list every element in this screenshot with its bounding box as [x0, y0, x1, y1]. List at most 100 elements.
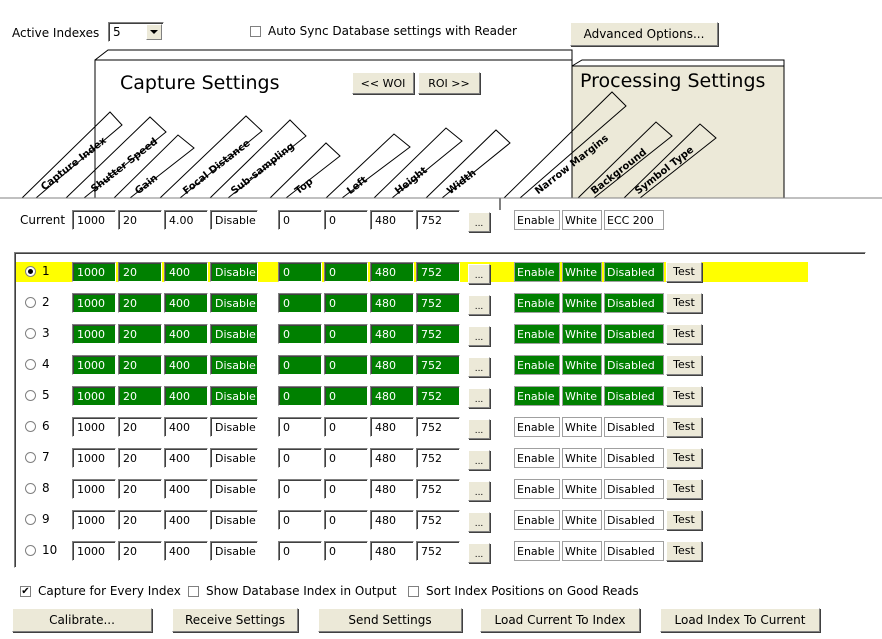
row-gain-field[interactable]: 20 [118, 386, 162, 406]
row-focal-field[interactable]: 400 [164, 479, 208, 499]
row-height-field[interactable]: 480 [370, 479, 414, 499]
row-test-button[interactable]: Test [666, 448, 702, 468]
row-test-button[interactable]: Test [666, 479, 702, 499]
row-height-field[interactable]: 480 [370, 510, 414, 530]
row-left-field[interactable]: 0 [324, 386, 368, 406]
current-height-field[interactable]: 480 [370, 210, 414, 230]
row-ellipsis-button[interactable]: ... [468, 388, 490, 408]
row-width-field[interactable]: 752 [416, 324, 460, 344]
row-ellipsis-button[interactable]: ... [468, 450, 490, 470]
row-symbol-type-field[interactable]: Disabled [604, 324, 664, 344]
row-height-field[interactable]: 480 [370, 448, 414, 468]
row-shutter-field[interactable]: 1000 [72, 355, 116, 375]
row-test-button[interactable]: Test [666, 324, 702, 344]
current-width-field[interactable]: 752 [416, 210, 460, 230]
row-shutter-field[interactable]: 1000 [72, 510, 116, 530]
load-current-to-index-button[interactable]: Load Current To Index [480, 608, 640, 632]
row-ellipsis-button[interactable]: ... [468, 357, 490, 377]
row-background-field[interactable]: White [562, 293, 602, 313]
row-top-field[interactable]: 0 [278, 479, 322, 499]
row-ellipsis-button[interactable]: ... [468, 543, 490, 563]
row-ellipsis-button[interactable]: ... [468, 264, 490, 284]
row-shutter-field[interactable]: 1000 [72, 293, 116, 313]
row-test-button[interactable]: Test [666, 386, 702, 406]
row-left-field[interactable]: 0 [324, 293, 368, 313]
row-shutter-field[interactable]: 1000 [72, 417, 116, 437]
row-focal-field[interactable]: 400 [164, 417, 208, 437]
load-index-to-current-button[interactable]: Load Index To Current [660, 608, 820, 632]
row-left-field[interactable]: 0 [324, 262, 368, 282]
row-width-field[interactable]: 752 [416, 479, 460, 499]
row-background-field[interactable]: White [562, 386, 602, 406]
row-left-field[interactable]: 0 [324, 355, 368, 375]
row-gain-field[interactable]: 20 [118, 541, 162, 561]
row-test-button[interactable]: Test [666, 541, 702, 561]
receive-settings-button[interactable]: Receive Settings [172, 608, 298, 632]
row-subsampling-field[interactable]: Disable [210, 293, 258, 313]
row-gain-field[interactable]: 20 [118, 293, 162, 313]
row-gain-field[interactable]: 20 [118, 262, 162, 282]
row-radio[interactable] [25, 421, 36, 432]
row-focal-field[interactable]: 400 [164, 448, 208, 468]
row-background-field[interactable]: White [562, 448, 602, 468]
row-subsampling-field[interactable]: Disable [210, 262, 258, 282]
row-radio[interactable] [25, 545, 36, 556]
row-test-button[interactable]: Test [666, 417, 702, 437]
row-background-field[interactable]: White [562, 510, 602, 530]
row-ellipsis-button[interactable]: ... [468, 326, 490, 346]
row-background-field[interactable]: White [562, 262, 602, 282]
row-narrow-margins-field[interactable]: Enable [514, 510, 560, 530]
row-test-button[interactable]: Test [666, 510, 702, 530]
current-top-field[interactable]: 0 [278, 210, 322, 230]
calibrate-button[interactable]: Calibrate... [12, 608, 152, 632]
current-subsampling-field[interactable]: Disable [210, 210, 258, 230]
row-width-field[interactable]: 752 [416, 448, 460, 468]
row-narrow-margins-field[interactable]: Enable [514, 324, 560, 344]
row-subsampling-field[interactable]: Disable [210, 417, 258, 437]
row-gain-field[interactable]: 20 [118, 448, 162, 468]
woi-button[interactable]: << WOI [352, 72, 414, 94]
row-left-field[interactable]: 0 [324, 448, 368, 468]
current-background-field[interactable]: White [562, 210, 602, 230]
row-top-field[interactable]: 0 [278, 386, 322, 406]
send-settings-button[interactable]: Send Settings [318, 608, 462, 632]
row-subsampling-field[interactable]: Disable [210, 541, 258, 561]
row-subsampling-field[interactable]: Disable [210, 510, 258, 530]
row-height-field[interactable]: 480 [370, 324, 414, 344]
row-height-field[interactable]: 480 [370, 293, 414, 313]
row-symbol-type-field[interactable]: Disabled [604, 417, 664, 437]
row-symbol-type-field[interactable]: Disabled [604, 510, 664, 530]
row-narrow-margins-field[interactable]: Enable [514, 386, 560, 406]
row-radio[interactable] [25, 390, 36, 401]
row-test-button[interactable]: Test [666, 262, 702, 282]
row-radio[interactable] [25, 514, 36, 525]
row-focal-field[interactable]: 400 [164, 541, 208, 561]
row-ellipsis-button[interactable]: ... [468, 481, 490, 501]
row-shutter-field[interactable]: 1000 [72, 386, 116, 406]
row-left-field[interactable]: 0 [324, 417, 368, 437]
row-subsampling-field[interactable]: Disable [210, 479, 258, 499]
row-gain-field[interactable]: 20 [118, 417, 162, 437]
row-test-button[interactable]: Test [666, 293, 702, 313]
row-top-field[interactable]: 0 [278, 262, 322, 282]
row-background-field[interactable]: White [562, 479, 602, 499]
row-radio[interactable] [25, 297, 36, 308]
row-top-field[interactable]: 0 [278, 293, 322, 313]
row-background-field[interactable]: White [562, 417, 602, 437]
row-top-field[interactable]: 0 [278, 510, 322, 530]
row-symbol-type-field[interactable]: Disabled [604, 293, 664, 313]
row-radio[interactable] [25, 266, 36, 277]
row-narrow-margins-field[interactable]: Enable [514, 355, 560, 375]
row-symbol-type-field[interactable]: Disabled [604, 541, 664, 561]
row-radio[interactable] [25, 359, 36, 370]
row-gain-field[interactable]: 20 [118, 479, 162, 499]
row-shutter-field[interactable]: 1000 [72, 324, 116, 344]
row-gain-field[interactable]: 20 [118, 324, 162, 344]
row-symbol-type-field[interactable]: Disabled [604, 355, 664, 375]
row-background-field[interactable]: White [562, 324, 602, 344]
current-focal-field[interactable]: 4.00 [164, 210, 208, 230]
row-background-field[interactable]: White [562, 355, 602, 375]
row-width-field[interactable]: 752 [416, 386, 460, 406]
current-left-field[interactable]: 0 [324, 210, 368, 230]
row-symbol-type-field[interactable]: Disabled [604, 262, 664, 282]
